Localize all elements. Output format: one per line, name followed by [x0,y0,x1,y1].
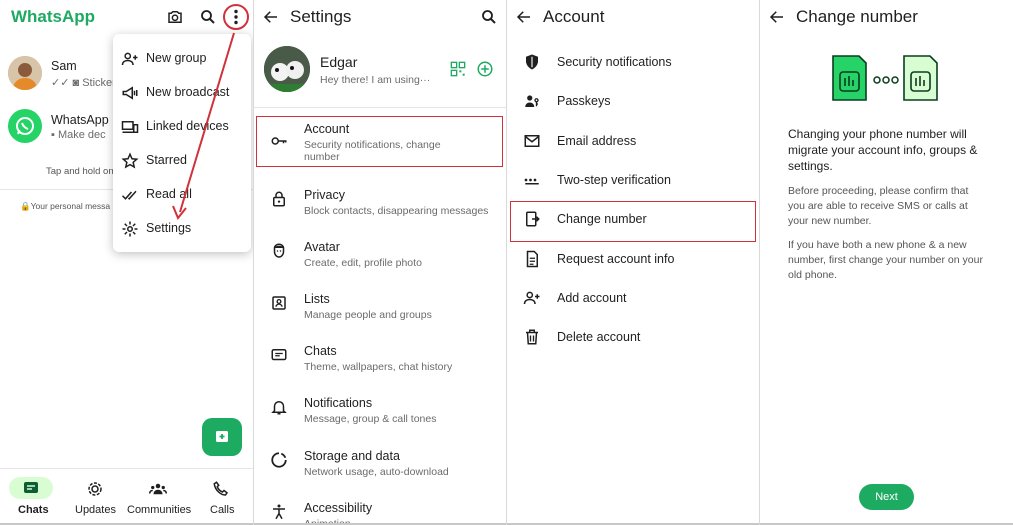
account-item-label: Two-step verification [557,172,671,187]
annotation-arrow [172,32,235,220]
settings-item-chats[interactable]: Chats Theme, wallpapers, chat history [254,339,506,389]
pin-dots-icon [523,171,541,189]
back-arrow-icon[interactable] [768,8,786,26]
account-item-add-account[interactable]: Add account [507,285,759,311]
new-chat-button[interactable] [202,418,242,456]
add-circle-icon[interactable] [476,60,494,78]
account-item-security-notifications[interactable]: Security notifications [507,49,759,75]
accessibility-icon [270,503,288,521]
settings-item-accessibility[interactable]: Accessibility Animation [254,496,506,525]
back-arrow-icon[interactable] [515,8,533,26]
communities-icon[interactable] [149,480,167,498]
lead-text: Changing your phone number will migrate … [788,127,978,173]
account-item-two-step-verification[interactable]: Two-step verification [507,167,759,193]
settings-item-avatar[interactable]: Avatar Create, edit, profile photo [254,235,506,285]
account-item-passkeys[interactable]: Passkeys [507,88,759,114]
bell-icon [270,398,288,416]
settings-item-title: Privacy [304,188,345,202]
chats-screen: WhatsApp Sam ✓✓ ◙ Sticker WhatsApp ▪ Mak… [0,0,253,525]
qr-code-icon[interactable] [450,61,468,79]
settings-item-title: Chats [304,344,337,358]
settings-item-lists[interactable]: Lists Manage people and groups [254,287,506,337]
account-item-label: Email address [557,133,637,148]
avatar [264,46,310,92]
tab-updates[interactable]: Updates [75,504,116,516]
document-icon [523,250,541,268]
lock-icon [270,190,288,208]
account-item-request-account-info[interactable]: Request account info [507,246,759,272]
settings-item-storage-and-data[interactable]: Storage and data Network usage, auto-down… [254,444,506,494]
add-person-icon [523,289,541,307]
settings-item-notifications[interactable]: Notifications Message, group & call tones [254,391,506,441]
profile-name: Edgar [320,54,358,70]
highlight-box [256,116,503,167]
sim-transfer-illustration [832,55,938,101]
next-button[interactable]: Next [859,484,914,510]
back-arrow-icon[interactable] [262,8,280,26]
divider [254,107,506,108]
settings-item-title: Accessibility [304,501,373,515]
tab-chats-pill[interactable] [9,477,53,499]
settings-item-subtitle: Manage people and groups [304,309,432,321]
settings-item-subtitle: Theme, wallpapers, chat history [304,361,453,373]
account-item-label: Add account [557,290,627,305]
settings-item-subtitle: Block contacts, disappearing messages [304,205,489,217]
account-item-label: Passkeys [557,94,611,109]
account-item-label: Security notifications [557,55,672,69]
trash-icon [523,328,541,346]
account-item-label: Delete account [557,330,641,345]
account-item-delete-account[interactable]: Delete account [507,324,759,350]
shield-icon [523,53,541,71]
search-icon[interactable] [480,8,498,26]
avatar-icon [270,242,288,260]
page-title: Settings [290,7,352,26]
passkey-icon [523,92,541,110]
updates-icon[interactable] [86,480,104,498]
profile-status: Hey there! I am using··· [320,74,431,86]
tab-calls[interactable]: Calls [210,504,234,516]
page-title: Change number [796,7,918,26]
highlight-box [510,201,756,242]
settings-item-subtitle: Message, group & call tones [304,413,437,425]
tab-chats[interactable]: Chats [18,504,49,516]
settings-item-privacy[interactable]: Privacy Block contacts, disappearing mess… [254,183,506,233]
storage-icon [270,451,288,469]
page-title: Account [543,7,605,26]
settings-item-subtitle: Network usage, auto-download [304,466,449,478]
tab-communities[interactable]: Communities [127,504,191,516]
info-paragraph-1: Before proceeding, please confirm that y… [788,185,969,227]
settings-item-title: Notifications [304,396,373,410]
settings-screen: Settings Edgar Hey there! I am using··· … [254,0,506,525]
settings-item-title: Storage and data [304,449,400,463]
account-item-label: Request account info [557,251,675,266]
chat-icon [270,346,288,364]
account-item-email-address[interactable]: Email address [507,128,759,154]
settings-item-subtitle: Create, edit, profile photo [304,257,422,269]
settings-item-title: Avatar [304,240,340,254]
profile-row[interactable]: Edgar Hey there! I am using··· [254,38,506,102]
divider [0,468,253,469]
settings-item-title: Lists [304,292,330,306]
info-paragraph-2: If you have both a new phone & a new num… [788,239,983,281]
account-screen: Account Security notifications Passkeys Em… [507,0,759,525]
mail-icon [523,132,541,150]
lists-icon [270,294,288,312]
change-number-screen: Change number Changing your phone number… [760,0,1013,525]
phone-icon[interactable] [212,480,230,498]
